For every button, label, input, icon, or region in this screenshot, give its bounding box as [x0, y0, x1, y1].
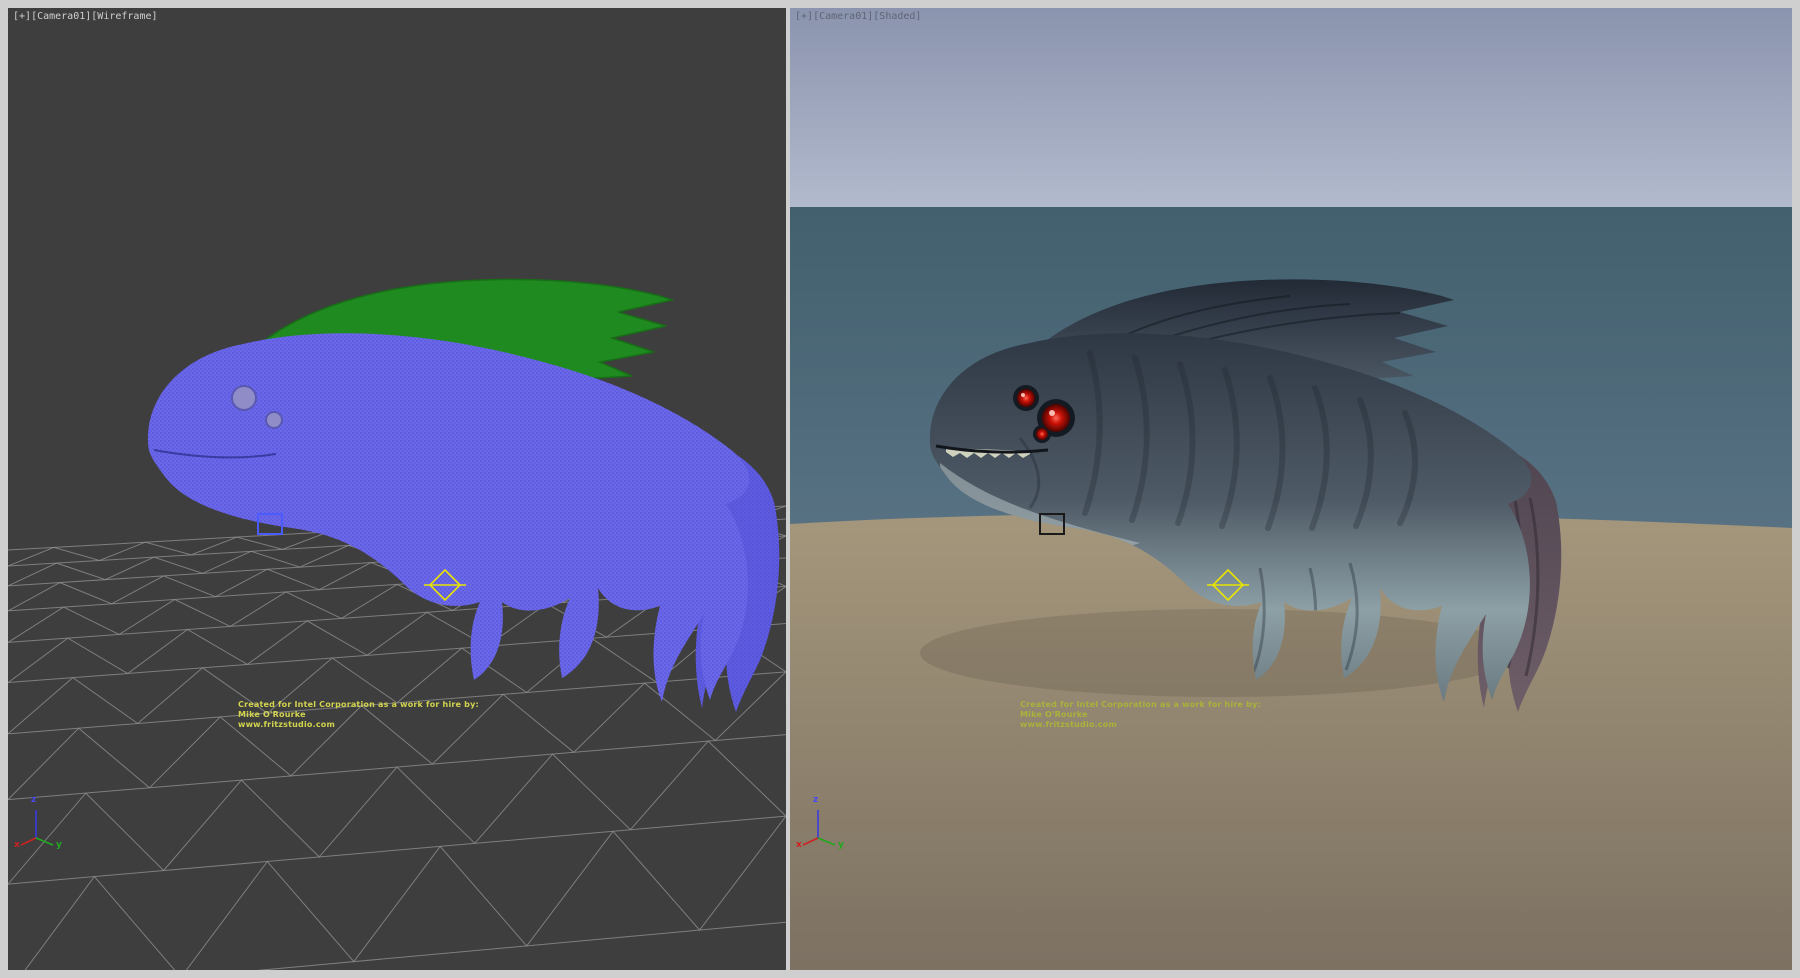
credit-line: www.fritzstudio.com	[1020, 720, 1261, 730]
fish-eye-red	[1042, 404, 1070, 432]
viewport-shaded[interactable]: [+][Camera01][Shaded]	[790, 8, 1792, 970]
axis-tripod: z x y	[16, 798, 66, 852]
fish-eye-red	[1036, 428, 1048, 440]
axis-x-label: x	[796, 840, 802, 850]
viewport-menu-general[interactable]: [+]	[13, 11, 31, 22]
fish-eye	[232, 386, 256, 410]
max-viewport-area: [+][Camera01][Wireframe]	[0, 0, 1800, 978]
eye-highlight	[1049, 410, 1055, 416]
credit-line: Mike O'Rourke	[1020, 710, 1261, 720]
credit-line: www.fritzstudio.com	[238, 720, 479, 730]
viewport-wireframe[interactable]: [+][Camera01][Wireframe]	[8, 8, 786, 970]
axis-tripod: z x y	[798, 798, 848, 852]
axis-y-label: y	[838, 840, 844, 850]
axis-x-label: x	[14, 840, 20, 850]
viewport-label: [+][Camera01][Shaded]	[795, 11, 921, 22]
axis-x-line	[21, 838, 36, 845]
viewport-menu-pov[interactable]: [Camera01]	[31, 11, 91, 22]
credit-text: Created for Intel Corporation as a work …	[238, 700, 479, 730]
credit-line: Mike O'Rourke	[238, 710, 479, 720]
shaded-scene	[790, 8, 1792, 970]
axis-z-label: z	[813, 795, 818, 805]
viewport-label: [+][Camera01][Wireframe]	[13, 11, 158, 22]
viewport-menu-general[interactable]: [+]	[795, 11, 813, 22]
viewport-menu-shading[interactable]: [Wireframe]	[91, 11, 157, 22]
axis-x-line	[803, 838, 818, 845]
fish-shadow	[920, 609, 1520, 697]
credit-line: Created for Intel Corporation as a work …	[238, 700, 479, 710]
fish-eye	[266, 412, 282, 428]
credit-line: Created for Intel Corporation as a work …	[1020, 700, 1261, 710]
axis-y-label: y	[56, 840, 62, 850]
credit-text: Created for Intel Corporation as a work …	[1020, 700, 1261, 730]
wireframe-scene	[8, 8, 786, 970]
viewport-menu-pov[interactable]: [Camera01]	[813, 11, 873, 22]
axis-y-line	[36, 838, 53, 845]
viewport-menu-shading[interactable]: [Shaded]	[873, 11, 921, 22]
fish-eye-red	[1017, 389, 1035, 407]
sky	[790, 8, 1792, 207]
axis-y-line	[818, 838, 835, 845]
fish-model-wireframe[interactable]	[148, 279, 779, 712]
eye-highlight	[1021, 393, 1025, 397]
axis-z-label: z	[31, 795, 36, 805]
